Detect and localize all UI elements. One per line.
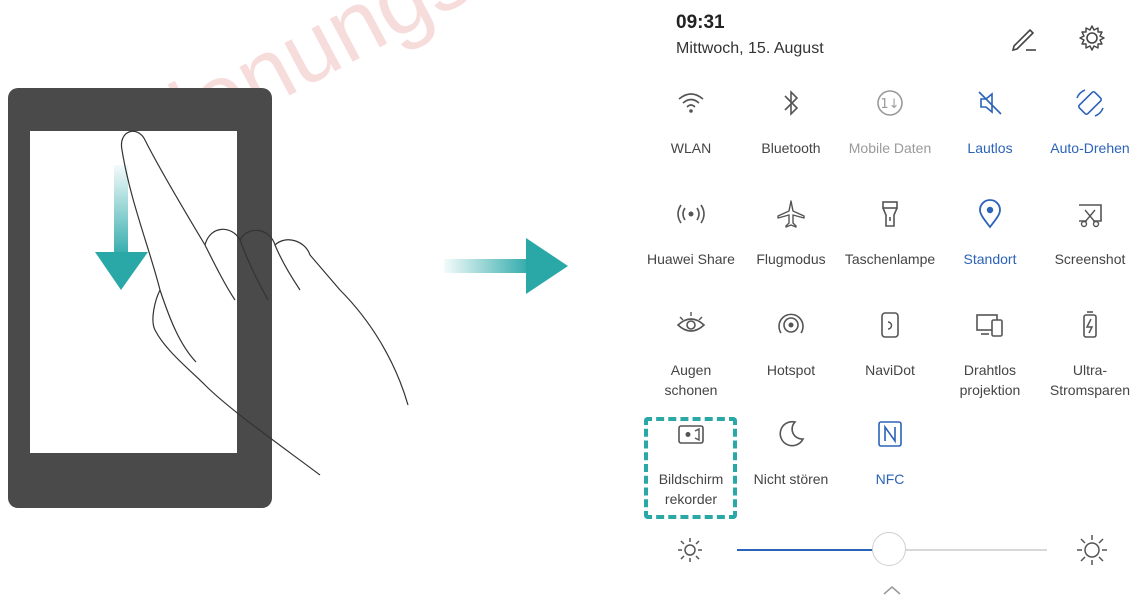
- tile-eye-comfort[interactable]: Augen schonen: [636, 308, 746, 400]
- brightness-high-icon: [1077, 535, 1107, 565]
- tile-label: Hotspot: [766, 362, 816, 378]
- tile-ultra-power-saving[interactable]: Ultra- Stromsparen: [1035, 308, 1136, 400]
- tile-flashlight[interactable]: Taschenlampe: [835, 197, 945, 269]
- illustration: Bedienungs 09:31 Mittwoch, 15. August: [0, 0, 1136, 595]
- tile-auto-rotate[interactable]: Auto-Drehen: [1035, 86, 1136, 158]
- brightness-slider-thumb[interactable]: [871, 532, 906, 566]
- tile-label: Taschenlampe: [844, 251, 936, 267]
- tile-navidot[interactable]: NaviDot: [835, 308, 945, 380]
- tile-label: Ultra- Stromsparen: [1049, 362, 1131, 398]
- screen-recorder-highlight: [644, 417, 737, 519]
- clock-time: 09:31: [676, 12, 725, 33]
- tile-do-not-disturb[interactable]: Nicht stören: [736, 417, 846, 489]
- swipe-arrow-head: [95, 252, 148, 290]
- tile-wifi[interactable]: WLAN: [636, 86, 746, 158]
- location-icon: [979, 199, 1001, 229]
- tile-hotspot[interactable]: Hotspot: [736, 308, 846, 380]
- brightness-low-icon: [678, 538, 702, 562]
- tile-label: Standort: [963, 251, 1017, 267]
- date-label: Mittwoch, 15. August: [676, 40, 824, 57]
- tile-label: Auto-Drehen: [1050, 140, 1130, 156]
- tile-mute[interactable]: Lautlos: [935, 86, 1045, 158]
- tile-label: Drahtlos projektion: [959, 362, 1021, 398]
- brightness-slider-fill: [737, 549, 889, 551]
- tile-label: Nicht stören: [753, 471, 829, 487]
- tile-label: WLAN: [670, 140, 712, 156]
- mute-icon: [978, 91, 1002, 115]
- hotspot-icon: [778, 313, 804, 334]
- tile-label: Huawei Share: [647, 251, 735, 267]
- swipe-gesture-illustration: [95, 130, 409, 476]
- swipe-arrow-shaft: [114, 165, 128, 260]
- tile-label: Augen schonen: [664, 362, 718, 398]
- tile-label: Flugmodus: [756, 251, 826, 267]
- auto-rotate-icon: [1076, 89, 1104, 117]
- tile-airplane[interactable]: Flugmodus: [736, 197, 846, 269]
- wireless-projection-icon: [976, 314, 1003, 337]
- huawei-share-icon: [677, 204, 705, 224]
- tile-label: Mobile Daten: [848, 140, 932, 156]
- bluetooth-icon: [784, 90, 799, 116]
- tile-bluetooth[interactable]: Bluetooth: [736, 86, 846, 158]
- nfc-icon: [878, 421, 902, 447]
- eye-comfort-icon: [676, 312, 706, 332]
- tile-location[interactable]: Standort: [935, 197, 1045, 269]
- do-not-disturb-icon: [779, 420, 805, 447]
- expand-chevron-up-icon[interactable]: [880, 585, 904, 595]
- edit-pencil-icon[interactable]: [1008, 22, 1040, 54]
- tile-screenshot[interactable]: Screenshot: [1035, 197, 1136, 269]
- settings-gear-icon[interactable]: [1076, 22, 1108, 54]
- hand-outline-icon: [120, 130, 409, 476]
- tile-label: NaviDot: [865, 362, 915, 378]
- tile-label: NFC: [875, 471, 905, 487]
- right-arrow-icon: [444, 238, 568, 294]
- tile-label: Bluetooth: [761, 140, 821, 156]
- screenshot-icon: [1079, 204, 1102, 228]
- airplane-icon: [777, 200, 805, 228]
- tile-label: Screenshot: [1054, 251, 1126, 267]
- tile-wireless-projection[interactable]: Drahtlos projektion: [935, 308, 1045, 400]
- flashlight-icon: [882, 201, 898, 227]
- svg-text:1↓: 1↓: [880, 97, 899, 112]
- navidot-icon: [881, 312, 899, 338]
- tile-huawei-share[interactable]: Huawei Share: [636, 197, 746, 269]
- wifi-icon: [678, 93, 704, 113]
- tile-label: Lautlos: [967, 140, 1013, 156]
- ultra-power-saving-icon: [1083, 311, 1097, 338]
- tile-mobile-data[interactable]: 1↓ Mobile Daten: [835, 86, 945, 158]
- brightness-slider[interactable]: [737, 532, 1047, 566]
- mobile-data-icon: 1↓: [877, 90, 903, 116]
- tile-nfc[interactable]: NFC: [835, 417, 945, 489]
